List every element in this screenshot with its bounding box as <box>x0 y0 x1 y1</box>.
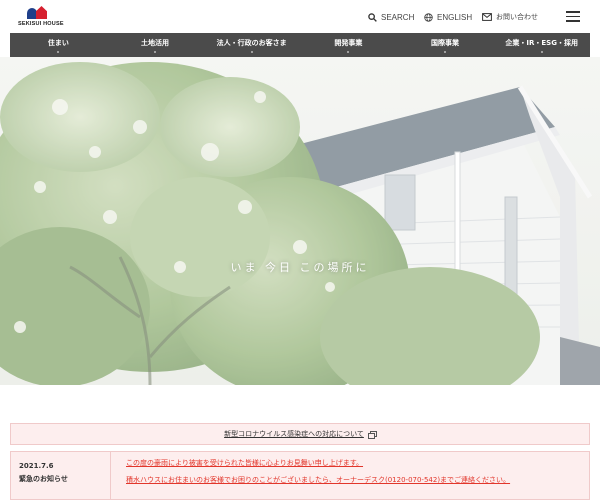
english-link[interactable]: ENGLISH <box>424 10 472 24</box>
nav-item-corporate-clients[interactable]: 法人・行政のお客さま <box>203 33 300 57</box>
covid-notice-label: 新型コロナウイルス感染症への対応について <box>224 430 364 438</box>
nav-item-label: 住まい <box>47 38 69 47</box>
nav-item-development[interactable]: 開発事業 <box>300 33 397 57</box>
hero-image: いま 今日 この場所に <box>0 57 600 385</box>
nav-item-label: 土地活用 <box>141 38 169 47</box>
nav-item-label: 開発事業 <box>334 38 363 47</box>
globe-icon <box>424 12 433 22</box>
dropdown-dot-icon <box>250 50 253 53</box>
sekisui-house-logo[interactable]: SEKISUI HOUSE <box>18 6 64 28</box>
nav-item-label: 法人・行政のお客さま <box>216 38 287 47</box>
logo-text: SEKISUI HOUSE <box>18 21 64 27</box>
nav-item-label: 企業・IR・ESG・採用 <box>505 38 578 47</box>
dropdown-dot-icon <box>444 50 447 53</box>
covid-notice-link[interactable]: 新型コロナウイルス感染症への対応について <box>224 429 377 439</box>
global-nav: 住まい 土地活用 法人・行政のお客さま 開発事業 国際事業 企業・IR・ESG・… <box>10 33 590 57</box>
nav-item-land-use[interactable]: 土地活用 <box>107 33 204 57</box>
nav-item-international[interactable]: 国際事業 <box>397 33 494 57</box>
covid-notice-bar: 新型コロナウイルス感染症への対応について <box>10 423 590 445</box>
logo-mark-icon <box>27 6 47 19</box>
external-link-icon <box>367 430 377 439</box>
news-date: 2021.7.6 <box>19 462 54 470</box>
search-label: SEARCH <box>381 12 415 22</box>
mail-icon <box>482 13 492 21</box>
search-icon <box>368 12 377 22</box>
contact-link[interactable]: お問い合わせ <box>482 10 538 24</box>
english-label: ENGLISH <box>437 12 473 22</box>
emergency-news-box: 2021.7.6 緊急のお知らせ この度の豪雨により被害を受けられた皆様に心より… <box>10 451 590 500</box>
nav-item-label: 国際事業 <box>431 38 460 47</box>
nav-item-housing[interactable]: 住まい <box>10 33 107 57</box>
hamburger-menu-icon[interactable] <box>566 11 580 22</box>
news-link-owner-desk[interactable]: 積水ハウスにお住まいのお客様でお困りのことがございましたら、オーナーデスク(01… <box>126 475 510 485</box>
dropdown-dot-icon <box>540 50 543 53</box>
search-link[interactable]: SEARCH <box>368 10 414 24</box>
dropdown-dot-icon <box>154 50 156 53</box>
dropdown-dot-icon <box>57 50 60 53</box>
hero-catchphrase: いま 今日 この場所に <box>230 261 370 274</box>
hero-illustration <box>0 57 600 385</box>
news-meta: 2021.7.6 緊急のお知らせ <box>11 452 111 499</box>
dropdown-dot-icon <box>347 50 350 53</box>
news-category-label: 緊急のお知らせ <box>19 475 68 483</box>
nav-item-company-ir[interactable]: 企業・IR・ESG・採用 <box>493 33 590 57</box>
contact-label: お問い合わせ <box>496 14 538 21</box>
news-link-condolence[interactable]: この度の豪雨により被害を受けられた皆様に心よりお見舞い申し上げます。 <box>126 458 363 468</box>
site-header: SEKISUI HOUSE SEARCH ENGLISH お問い合わせ <box>0 0 600 33</box>
